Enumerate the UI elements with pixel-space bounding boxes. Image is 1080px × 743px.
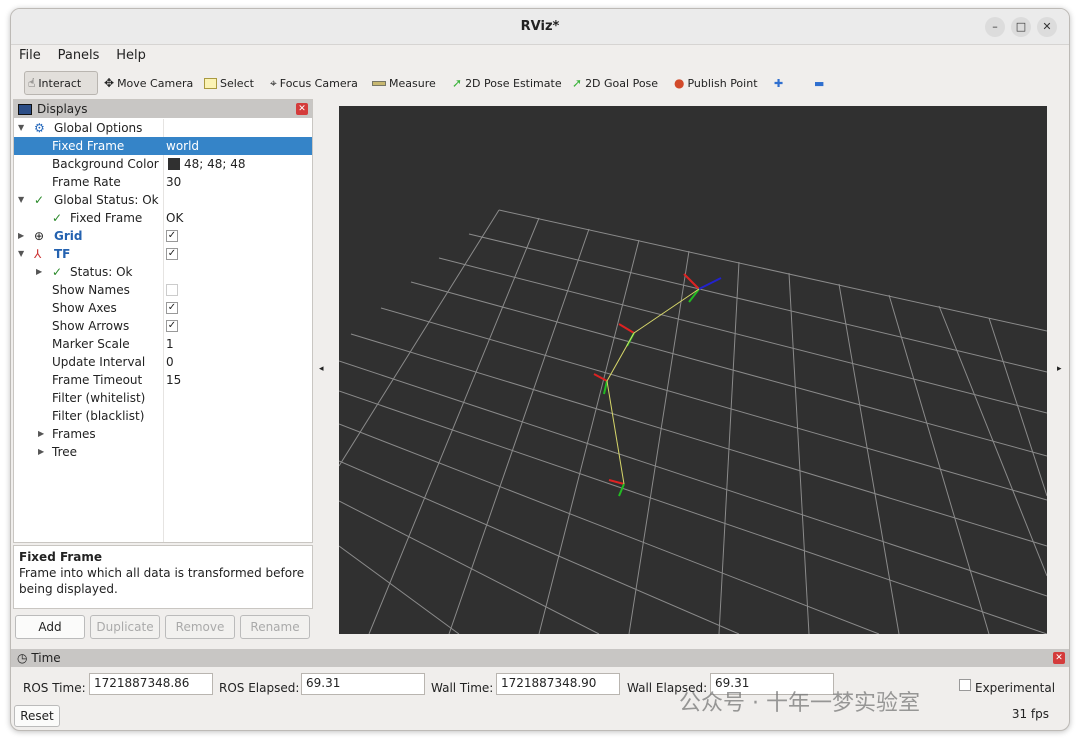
green-arrow-icon: ➚ [452, 76, 463, 90]
interact-tool[interactable]: ☝ Interact [24, 71, 98, 95]
check-icon: ✓ [52, 211, 63, 225]
maximize-button[interactable]: □ [1011, 17, 1031, 37]
focus-camera-tool[interactable]: ⌖ Focus Camera [267, 71, 361, 95]
tree-row-update-interval[interactable]: Update Interval 0 [14, 353, 312, 371]
reset-button[interactable]: Reset [14, 705, 60, 727]
minimize-button[interactable]: – [985, 17, 1005, 37]
add-button[interactable]: Add [15, 615, 85, 639]
menu-file[interactable]: File [11, 45, 46, 63]
time-header: ◷ Time [11, 649, 1069, 667]
tree-row-tf[interactable]: ▼ ⅄ TF ✓ [14, 245, 312, 263]
global-options: Global Options [54, 121, 143, 135]
plus-icon: ✚ [774, 76, 784, 90]
close-panel-icon[interactable]: ✕ [296, 103, 308, 115]
monitor-icon [18, 103, 32, 115]
tree-row-status-ff[interactable]: ✓ Fixed Frame OK [14, 209, 312, 227]
tree-row-grid[interactable]: ▶ ⊕ Grid ✓ [14, 227, 312, 245]
tree-row-frame-rate[interactable]: Frame Rate 30 [14, 173, 312, 191]
close-button[interactable]: ✕ [1037, 17, 1057, 37]
show-arrows-checkbox[interactable]: ✓ [166, 320, 178, 332]
ros-time-field[interactable]: 1721887348.86 [89, 673, 213, 695]
wall-time-label: Wall Time: [431, 681, 494, 695]
collapse-right-icon[interactable]: ▸ [1057, 364, 1062, 374]
3d-viewport[interactable] [338, 106, 1048, 635]
show-axes-checkbox[interactable]: ✓ [166, 302, 178, 314]
grid-icon: ⊕ [34, 229, 45, 243]
green-arrow-icon: ➚ [572, 76, 583, 90]
tree-row-show-arrows[interactable]: Show Arrows ✓ [14, 317, 312, 335]
grid-checkbox[interactable]: ✓ [166, 230, 178, 242]
remove-button[interactable]: Remove [165, 615, 235, 639]
experimental-label: Experimental [975, 681, 1056, 695]
ros-elapsed-label: ROS Elapsed: [219, 681, 300, 695]
tree-row-frame-timeout[interactable]: Frame Timeout 15 [14, 371, 312, 389]
watermark: 公众号 · 十年一梦实验室 [679, 691, 920, 716]
tree-row-blacklist[interactable]: Filter (blacklist) [14, 407, 312, 425]
displays-panel: Displays ✕ ▼ ⚙ Global Options Fixed Frame w… [13, 99, 313, 543]
move-icon: ✥ [104, 76, 115, 90]
duplicate-button[interactable]: Duplicate [90, 615, 160, 639]
check-icon: ✓ [52, 265, 63, 279]
collapse-left-icon[interactable]: ◂ [319, 364, 324, 374]
toolbar: ☝ Interact ✥ Move Camera Select ⌖ Focus Cam… [11, 69, 1069, 97]
focus-icon: ⌖ [270, 76, 277, 90]
rviz-window: RViz* – □ ✕ File Panels Help ☝ Interact ✥… [10, 8, 1070, 731]
measure-tool[interactable]: Measure [369, 71, 439, 95]
add-tool-button[interactable]: ✚ [771, 71, 786, 95]
property-description: Fixed Frame Frame into which all data is… [13, 545, 313, 609]
displays-tree: ▼ ⚙ Global Options Fixed Frame world Backgr… [14, 119, 312, 542]
menu-help[interactable]: Help [108, 45, 151, 63]
pose-estimate-tool[interactable]: ➚ 2D Pose Estimate [449, 71, 565, 95]
grid [338, 209, 1048, 635]
fps-readout: 31 fps [1011, 707, 1049, 721]
close-time-icon[interactable]: ✕ [1053, 652, 1065, 664]
clock-icon: ◷ [17, 651, 28, 665]
publish-point-tool[interactable]: ● Publish Point [671, 71, 761, 95]
tf-icon: ⅄ [34, 247, 42, 261]
description-text: Frame into which all data is transformed… [19, 566, 305, 596]
tree-row-tf-status[interactable]: ▶ ✓ Status: Ok [14, 263, 312, 281]
ros-elapsed-field[interactable]: 69.31 [301, 673, 425, 695]
remove-tool-button[interactable]: ▬ [811, 71, 827, 95]
goal-pose-tool[interactable]: ➚ 2D Goal Pose [569, 71, 661, 95]
experimental-checkbox[interactable] [959, 679, 971, 691]
select-icon [204, 77, 217, 89]
check-icon: ✓ [34, 193, 45, 207]
show-names-checkbox[interactable] [166, 284, 178, 296]
gear-icon: ⚙ [34, 121, 45, 135]
tree-row-bg[interactable]: Background Color 48; 48; 48 [14, 155, 312, 173]
tf-frames [593, 273, 722, 497]
tree-row-fixed-frame[interactable]: Fixed Frame world [14, 137, 312, 155]
wall-time-field[interactable]: 1721887348.90 [496, 673, 620, 695]
tree-row-show-axes[interactable]: Show Axes ✓ [14, 299, 312, 317]
tree-row-marker-scale[interactable]: Marker Scale 1 [14, 335, 312, 353]
window-title: RViz* [520, 19, 560, 34]
select-tool[interactable]: Select [201, 71, 257, 95]
grid-and-tf-scene [338, 209, 1048, 635]
tree-row-tree[interactable]: ▶ Tree [14, 443, 312, 461]
hand-icon: ☝ [28, 76, 36, 90]
description-title: Fixed Frame [19, 550, 103, 564]
displays-header: Displays [14, 100, 312, 118]
menu-panels[interactable]: Panels [50, 45, 105, 63]
tree-row-show-names[interactable]: Show Names [14, 281, 312, 299]
tree-row-frames[interactable]: ▶ Frames [14, 425, 312, 443]
ros-time-label: ROS Time: [23, 681, 86, 695]
ruler-icon [372, 80, 386, 86]
tf-checkbox[interactable]: ✓ [166, 248, 178, 260]
minus-icon: ▬ [814, 76, 825, 90]
tree-row-whitelist[interactable]: Filter (whitelist) [14, 389, 312, 407]
pin-icon: ● [674, 76, 685, 90]
move-camera-tool[interactable]: ✥ Move Camera [101, 71, 196, 95]
tree-row-status[interactable]: ▼ ✓ Global Status: Ok [14, 191, 312, 209]
title-bar: RViz* – □ ✕ [11, 9, 1069, 45]
rename-button[interactable]: Rename [240, 615, 310, 639]
menu-bar: File Panels Help [11, 45, 1069, 67]
